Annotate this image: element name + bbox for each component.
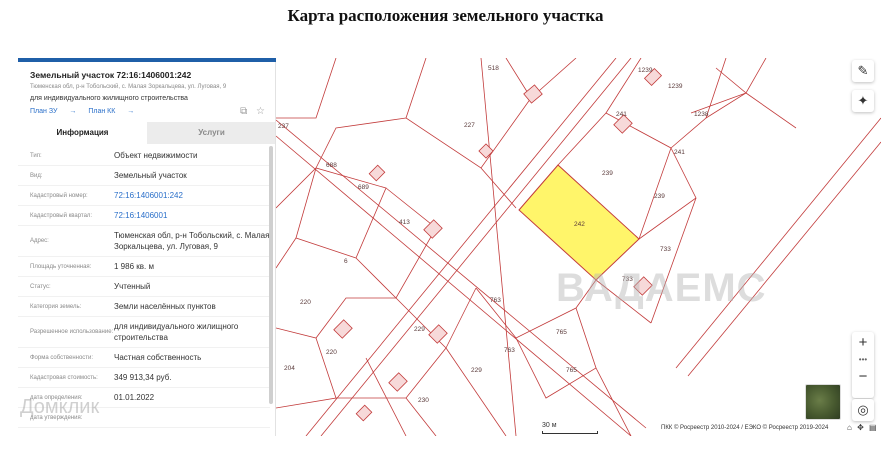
attribute-row: Адрес: Тюменская обл, р-н Тобольский, с. … [18, 226, 270, 257]
parcel-label: 763 [504, 347, 515, 354]
attribute-value: 349 913,34 руб. [114, 373, 172, 382]
compass-icon[interactable]: ◎ [852, 399, 874, 421]
attribute-value: 01.01.2022 [114, 393, 155, 402]
scale-label: 30 м [542, 422, 557, 429]
attribute-key: Кадастровый номер: [30, 192, 88, 199]
map-copyright: ПКК © Росреестр 2010-2024 / ЕЭКО © Росре… [661, 425, 829, 431]
attribute-key: Тип: [30, 152, 42, 159]
zoom-more-icon[interactable]: ••• [852, 354, 874, 366]
target-icon[interactable]: ✥ [857, 423, 864, 432]
attribute-row: Разрешенное использование: для индивидуал… [18, 317, 270, 348]
parcel-label: 227 [464, 122, 475, 129]
home-icon[interactable]: ⌂ [847, 423, 852, 432]
locate-icon[interactable]: ✦ [852, 90, 874, 112]
parcel-label: 229 [414, 326, 425, 333]
parcel-label: 6 [344, 258, 348, 265]
parcel-label: 733 [660, 246, 671, 253]
zoom-in-button[interactable]: + [852, 332, 874, 354]
attribute-value: Тюменская обл, р-н Тобольский, с. Малая … [114, 231, 270, 251]
zoom-out-button[interactable]: − [852, 366, 874, 388]
cadastral-map[interactable]: 518 1239 1239 227 241 1238 237 241 239 6… [276, 58, 881, 436]
panel-tabs: Информация Услуги [18, 122, 275, 144]
parcel-label: 239 [654, 193, 665, 200]
attribute-row: Вид: Земельный участок [18, 166, 270, 186]
star-icon[interactable]: ☆ [256, 106, 265, 117]
panel-actions: ⧉ ☆ [234, 106, 265, 117]
panel-scrollbar[interactable] [269, 146, 273, 404]
parcel-address: Тюменская обл, р-н Тобольский, с. Малая … [30, 84, 227, 90]
attribute-value: Объект недвижимости [114, 151, 198, 160]
attribute-key: Разрешенное использование: [30, 329, 114, 335]
parcel-map-svg: 518 1239 1239 227 241 1238 237 241 239 6… [276, 58, 881, 436]
parcel-label: 518 [488, 65, 499, 72]
attribute-row: Тип: Объект недвижимости [18, 146, 270, 166]
attribute-row: Кадастровый квартал: 72:16:1406001 [18, 206, 270, 226]
attribute-row: Категория земель: Земли населённых пункто… [18, 297, 270, 317]
cadastral-number-link[interactable]: 72:16:1406001:242 [114, 190, 183, 201]
satellite-layer-toggle[interactable] [805, 384, 841, 420]
attributes-list: Тип: Объект недвижимости Вид: Земельный уч… [18, 146, 270, 428]
map-bottom-tools: ⌂ ✥ ▤ [844, 423, 877, 432]
zoom-control: + ••• − [852, 332, 874, 398]
parcel-label: 230 [418, 397, 429, 404]
cadastral-quarter-link[interactable]: 72:16:1406001 [114, 210, 167, 221]
parcel-label: 241 [616, 111, 627, 118]
scale-bar [542, 431, 598, 434]
map-watermark: ВАДАЕМС [556, 266, 767, 310]
parcel-label: 1239 [638, 67, 653, 74]
attribute-key: Площадь уточненная: [30, 263, 92, 270]
copy-icon[interactable]: ⧉ [240, 106, 247, 117]
attribute-value: Земельный участок [114, 171, 187, 180]
cadastral-map-window: Земельный участок 72:16:1406001:242 Тюме… [18, 58, 881, 436]
attribute-value: для индивидуального жилищного строительс… [114, 322, 239, 342]
parcel-label: 220 [300, 299, 311, 306]
parcel-label: 1238 [694, 111, 709, 118]
plan-links: План ЗУ → План КК → [30, 108, 144, 115]
parcel-label: 765 [566, 367, 577, 374]
parcel-label: 239 [602, 170, 613, 177]
attribute-key: Форма собственности: [30, 354, 94, 361]
parcel-label: 1239 [668, 83, 683, 90]
attribute-key: Кадастровая стоимость: [30, 374, 98, 381]
attribute-key: Вид: [30, 172, 43, 179]
parcel-label: 237 [278, 123, 289, 130]
parcel-label: 220 [326, 349, 337, 356]
attribute-row: Форма собственности: Частная собственност… [18, 348, 270, 368]
parcel-label: 242 [574, 221, 585, 228]
attribute-value: 1 986 кв. м [114, 262, 154, 271]
layers-icon[interactable]: ▤ [869, 423, 877, 432]
footer-watermark: Домклик [20, 396, 100, 418]
plan-kk-link[interactable]: План КК → [88, 108, 134, 115]
ruler-icon[interactable]: ✎ [852, 60, 874, 82]
attribute-row: Кадастровая стоимость: 349 913,34 руб. [18, 368, 270, 388]
parcel-label: 229 [471, 367, 482, 374]
attribute-key: Кадастровый квартал: [30, 212, 93, 219]
attribute-row: Статус: Учтенный [18, 277, 270, 297]
plan-zu-link[interactable]: План ЗУ → [30, 108, 76, 115]
parcel-title: Земельный участок 72:16:1406001:242 [30, 70, 192, 80]
parcel-label: 413 [399, 219, 410, 226]
attribute-row: Кадастровый номер: 72:16:1406001:242 [18, 186, 270, 206]
parcel-usage: для индивидуального жилищного строительс… [30, 95, 188, 102]
tab-information[interactable]: Информация [18, 122, 147, 144]
attribute-key: Категория земель: [30, 303, 82, 310]
attribute-value: Частная собственность [114, 353, 202, 362]
tab-services[interactable]: Услуги [147, 122, 275, 144]
plan-kk-label: План КК [88, 108, 116, 115]
parcel-info-panel: Земельный участок 72:16:1406001:242 Тюме… [18, 62, 276, 436]
parcel-label: 763 [490, 297, 501, 304]
page-title: Карта расположения земельного участка [287, 6, 604, 25]
attribute-key: Статус: [30, 283, 51, 290]
attribute-value: Учтенный [114, 282, 151, 291]
parcel-label: 765 [556, 329, 567, 336]
plan-zu-label: План ЗУ [30, 108, 58, 115]
parcel-label: 688 [326, 162, 337, 169]
attribute-row: Площадь уточненная: 1 986 кв. м [18, 257, 270, 277]
parcel-label: 241 [674, 149, 685, 156]
parcel-label: 689 [358, 184, 369, 191]
attribute-value: Земли населённых пунктов [114, 302, 216, 311]
parcel-label: 204 [284, 365, 295, 372]
attribute-key: Адрес: [30, 238, 49, 244]
